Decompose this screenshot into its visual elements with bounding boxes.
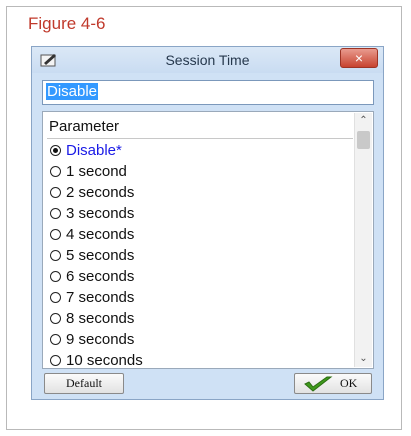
list-item[interactable]: 6 seconds [50, 266, 350, 287]
radio-button[interactable] [50, 229, 61, 240]
list-item-label: 5 seconds [66, 247, 135, 264]
list-item[interactable]: 9 seconds [50, 329, 350, 350]
radio-button[interactable] [50, 271, 61, 282]
list-item-label: 1 second [66, 163, 127, 180]
list-item-label: 2 seconds [66, 184, 135, 201]
parameter-listbox[interactable]: Parameter Disable* 1 second 2 seconds 3 sec… [42, 111, 374, 369]
checkmark-icon [304, 376, 333, 392]
ok-button[interactable]: OK [294, 373, 372, 394]
list-item-label: 9 seconds [66, 331, 135, 348]
dialog-titlebar: Session Time × [32, 47, 383, 73]
radio-button[interactable] [50, 355, 61, 366]
dialog-title: Session Time [165, 52, 250, 68]
list-item-label: 3 seconds [66, 205, 135, 222]
ok-label: OK [340, 376, 358, 390]
radio-button[interactable] [50, 250, 61, 261]
radio-button[interactable] [50, 208, 61, 219]
list-item-label: 8 seconds [66, 310, 135, 327]
list-item[interactable]: 4 seconds [50, 224, 350, 245]
radio-button[interactable] [50, 292, 61, 303]
list-header: Parameter [49, 118, 120, 135]
default-button[interactable]: Default [44, 373, 124, 394]
list-item[interactable]: 2 seconds [50, 182, 350, 203]
radio-button[interactable] [50, 187, 61, 198]
close-button[interactable]: × [340, 48, 378, 68]
list-item[interactable]: 8 seconds [50, 308, 350, 329]
list-item[interactable]: 1 second [50, 161, 350, 182]
list-item[interactable]: 3 seconds [50, 203, 350, 224]
list-item[interactable]: 5 seconds [50, 245, 350, 266]
scroll-down-arrow-icon[interactable]: ⌄ [355, 351, 372, 367]
list-item-label: Disable* [66, 142, 122, 159]
list-header-divider [47, 138, 353, 139]
close-icon: × [354, 50, 364, 66]
list-item-label: 10 seconds [66, 352, 143, 369]
session-time-dialog: Session Time × Disable Parameter Disable… [31, 46, 384, 400]
list-item-label: 7 seconds [66, 289, 135, 306]
list-item-label: 6 seconds [66, 268, 135, 285]
radio-button[interactable] [50, 166, 61, 177]
vertical-scrollbar[interactable]: ⌃ ⌄ [354, 113, 372, 367]
radio-button[interactable] [50, 334, 61, 345]
value-input-text: Disable [46, 83, 99, 100]
list-item[interactable]: 10 seconds [50, 350, 350, 369]
radio-button[interactable] [50, 313, 61, 324]
value-input[interactable]: Disable [42, 80, 374, 105]
scroll-thumb[interactable] [357, 131, 370, 149]
radio-button[interactable] [50, 145, 61, 156]
list-item[interactable]: 7 seconds [50, 287, 350, 308]
option-list: Disable* 1 second 2 seconds 3 seconds 4 seco… [50, 140, 350, 369]
list-item-label: 4 seconds [66, 226, 135, 243]
list-item[interactable]: Disable* [50, 140, 350, 161]
scroll-up-arrow-icon[interactable]: ⌃ [355, 113, 372, 129]
figure-title: Figure 4-6 [28, 14, 106, 33]
